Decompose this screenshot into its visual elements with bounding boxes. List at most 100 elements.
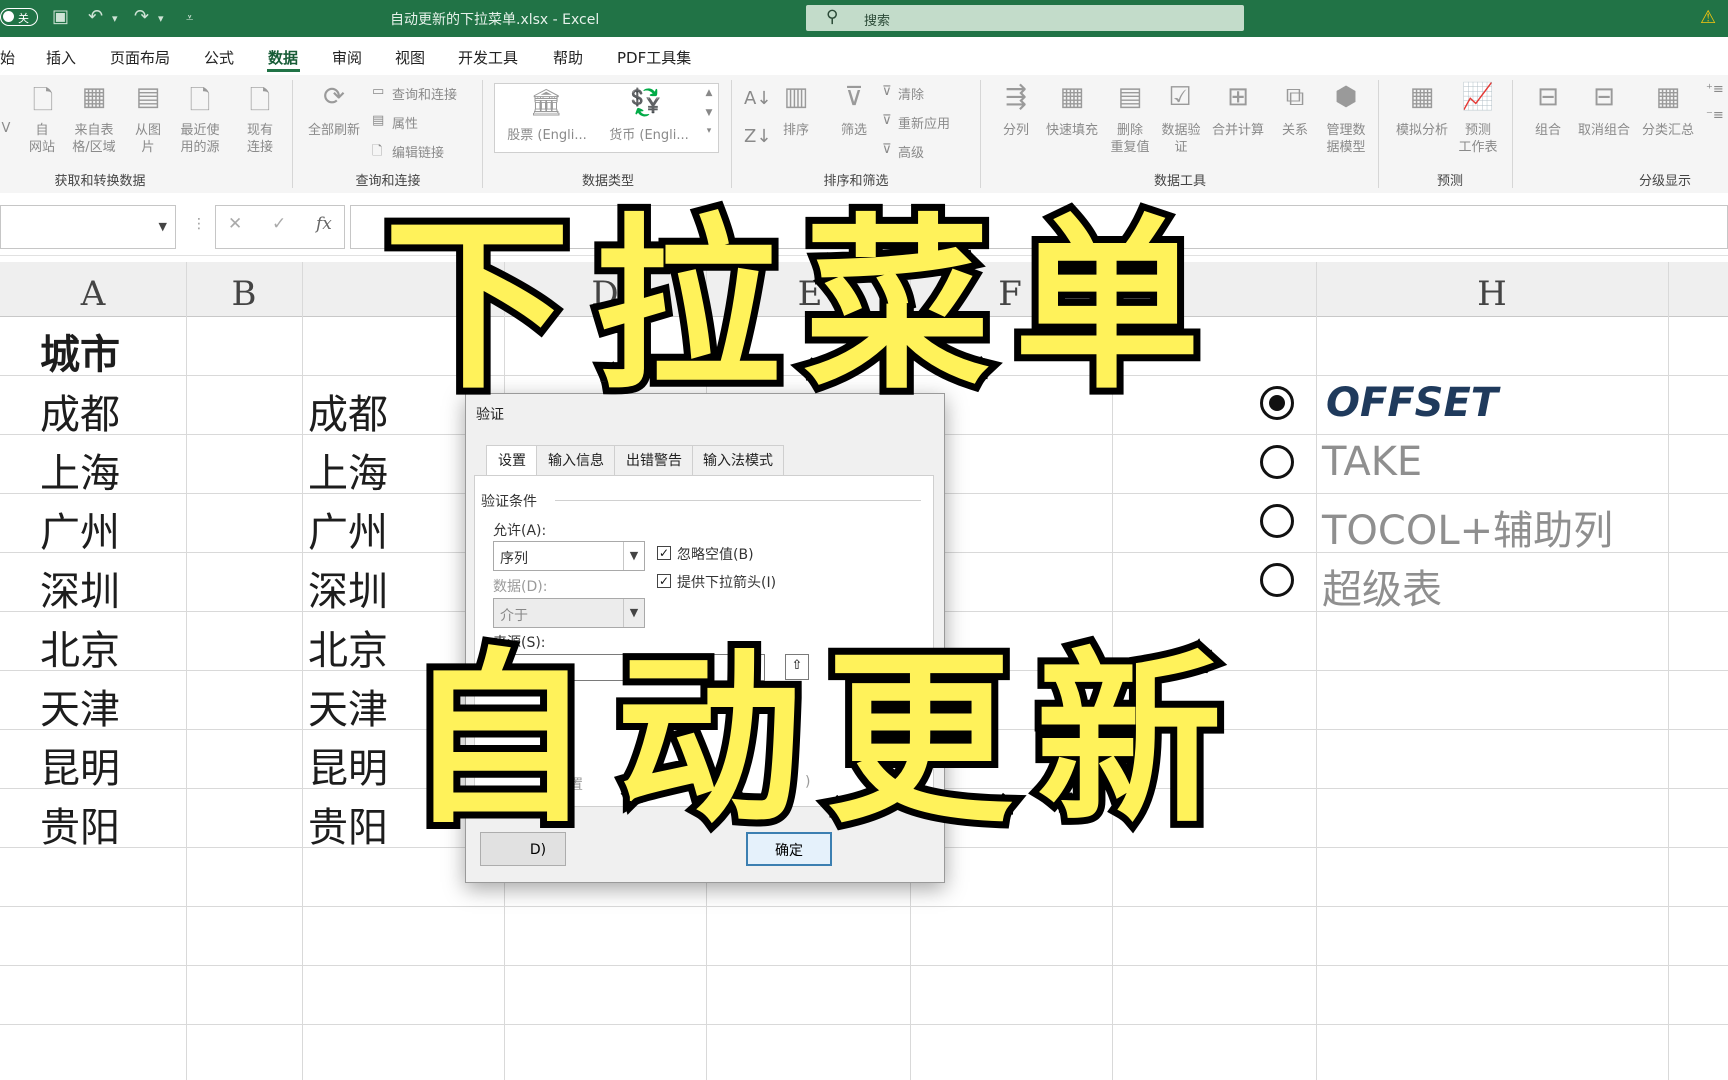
from-web-button[interactable]: 自 网站 bbox=[22, 122, 62, 156]
dropdown-arrow-checkbox[interactable]: ✓ bbox=[657, 574, 671, 588]
from-table-button[interactable]: 来自表 格/区域 bbox=[66, 122, 122, 156]
cell-a1-header[interactable]: 城市 bbox=[40, 322, 120, 380]
group-button[interactable]: 组合 bbox=[1524, 122, 1572, 139]
cell-a5[interactable]: 深圳 bbox=[40, 559, 120, 617]
search-box[interactable]: ⚲ 搜索 bbox=[806, 5, 1244, 31]
consolidate-button[interactable]: 合并计算 bbox=[1206, 122, 1270, 139]
radio-super-table[interactable] bbox=[1260, 563, 1294, 597]
hide-detail-icon[interactable]: ⁻≡ bbox=[1706, 108, 1724, 123]
sort-descending-icon[interactable]: Z↓ bbox=[744, 126, 771, 147]
remove-duplicates-button[interactable]: 删除 重复值 bbox=[1104, 122, 1156, 156]
cell-a8[interactable]: 昆明 bbox=[40, 736, 120, 794]
cell-c7[interactable]: 天津 bbox=[308, 677, 388, 735]
grid-line bbox=[302, 262, 303, 1080]
tab-review[interactable]: 审阅 bbox=[332, 47, 362, 68]
dialog-tab-input-message[interactable]: 输入信息 bbox=[536, 445, 616, 476]
tab-help[interactable]: 帮助 bbox=[553, 47, 583, 68]
allow-select[interactable]: 序列 ▼ bbox=[493, 541, 645, 571]
dialog-tab-error-alert[interactable]: 出错警告 bbox=[614, 445, 694, 476]
edit-links-button[interactable]: 编辑链接 bbox=[392, 142, 444, 161]
from-picture-button[interactable]: 从图 片 bbox=[124, 122, 172, 156]
option-super-table-label[interactable]: 超级表 bbox=[1322, 557, 1442, 615]
tab-pdf-tools[interactable]: PDF工具集 bbox=[617, 47, 691, 68]
column-header-h[interactable]: H bbox=[1316, 274, 1668, 314]
option-offset-label[interactable]: OFFSET bbox=[1326, 380, 1498, 426]
tab-formulas[interactable]: 公式 bbox=[204, 47, 234, 68]
save-icon[interactable]: ▣ bbox=[52, 6, 69, 27]
cell-c5[interactable]: 深圳 bbox=[308, 559, 388, 617]
tab-data[interactable]: 数据 bbox=[268, 47, 298, 68]
advanced-filter-icon: ⊽ bbox=[882, 142, 892, 157]
option-take-label[interactable]: TAKE bbox=[1322, 439, 1422, 485]
stocks-type-button[interactable]: 股票 (Engli... bbox=[502, 127, 592, 144]
undo-dropdown-icon[interactable]: ▾ bbox=[112, 12, 118, 25]
insert-function-button[interactable]: fx bbox=[316, 214, 332, 234]
column-header-b[interactable]: B bbox=[186, 274, 302, 314]
refresh-all-button[interactable]: 全部刷新 bbox=[300, 122, 368, 139]
forecast-sheet-button[interactable]: 预测 工作表 bbox=[1454, 122, 1502, 156]
group-label-get-data: 获取和转换数据 bbox=[54, 174, 146, 189]
show-detail-icon[interactable]: ⁺≡ bbox=[1706, 82, 1724, 97]
cell-c8[interactable]: 昆明 bbox=[308, 736, 388, 794]
column-header-a[interactable]: A bbox=[0, 274, 186, 314]
cell-a3[interactable]: 上海 bbox=[40, 441, 120, 499]
ignore-blank-checkbox[interactable]: ✓ bbox=[657, 546, 671, 560]
radio-take[interactable] bbox=[1260, 445, 1294, 479]
tab-developer[interactable]: 开发工具 bbox=[458, 47, 518, 68]
data-validation-button[interactable]: 数据验 证 bbox=[1154, 122, 1208, 156]
cell-c2[interactable]: 成都 bbox=[308, 382, 388, 440]
cancel-entry-button[interactable]: ✕ bbox=[228, 214, 242, 234]
cell-c4[interactable]: 广州 bbox=[308, 500, 388, 558]
subtotal-button[interactable]: 分类汇总 bbox=[1636, 122, 1700, 139]
advanced-filter-button[interactable]: 高级 bbox=[898, 142, 924, 161]
reapply-button[interactable]: 重新应用 bbox=[898, 113, 950, 132]
customize-qat-icon[interactable]: ⩡ bbox=[186, 11, 193, 26]
relationships-button[interactable]: 关系 bbox=[1275, 122, 1315, 139]
cell-a6[interactable]: 北京 bbox=[40, 618, 120, 676]
gallery-scroll[interactable]: ▲ ▼ ▾ bbox=[700, 83, 719, 153]
redo-icon[interactable]: ↷ bbox=[134, 6, 149, 27]
radio-tocol[interactable] bbox=[1260, 504, 1294, 538]
tab-view[interactable]: 视图 bbox=[395, 47, 425, 68]
manage-data-model-button[interactable]: 管理数 据模型 bbox=[1318, 122, 1374, 156]
sort-ascending-icon[interactable]: A↓ bbox=[744, 88, 771, 109]
sort-button[interactable]: 排序 bbox=[776, 122, 816, 139]
properties-button[interactable]: 属性 bbox=[392, 113, 418, 132]
undo-icon[interactable]: ↶ bbox=[88, 6, 103, 27]
radio-offset[interactable] bbox=[1260, 386, 1294, 420]
active-tab-indicator bbox=[267, 69, 300, 72]
recent-sources-button[interactable]: 最近使 用的源 bbox=[172, 122, 228, 156]
queries-connections-button[interactable]: 查询和连接 bbox=[392, 84, 457, 103]
redo-dropdown-icon[interactable]: ▾ bbox=[158, 12, 164, 25]
existing-connections-icon: 🗋 bbox=[249, 86, 271, 116]
cell-a9[interactable]: 贵阳 bbox=[40, 795, 120, 853]
cell-a4[interactable]: 广州 bbox=[40, 500, 120, 558]
tab-page-layout[interactable]: 页面布局 bbox=[110, 47, 170, 68]
ungroup-button[interactable]: 取消组合 bbox=[1572, 122, 1636, 139]
cell-a2[interactable]: 成都 bbox=[40, 382, 120, 440]
ribbon-separator bbox=[731, 80, 732, 188]
filter-button[interactable]: 筛选 bbox=[834, 122, 874, 139]
tab-home[interactable]: 始 bbox=[0, 47, 15, 68]
name-box[interactable]: ▼ bbox=[0, 205, 176, 249]
enter-button[interactable]: ✓ bbox=[272, 214, 286, 234]
what-if-analysis-button[interactable]: 模拟分析 bbox=[1388, 122, 1456, 139]
formula-bar-splitter-icon[interactable]: ⋮ bbox=[192, 216, 206, 232]
text-to-columns-button[interactable]: 分列 bbox=[994, 122, 1038, 139]
cell-c3[interactable]: 上海 bbox=[308, 441, 388, 499]
clear-filter-button[interactable]: 清除 bbox=[898, 84, 924, 103]
autosave-toggle[interactable]: 关 bbox=[0, 8, 38, 26]
dialog-tab-ime-mode[interactable]: 输入法模式 bbox=[692, 445, 784, 476]
name-box-dropdown-icon[interactable]: ▼ bbox=[159, 220, 167, 233]
cell-c6[interactable]: 北京 bbox=[308, 618, 388, 676]
cell-c9[interactable]: 贵阳 bbox=[308, 795, 388, 853]
currency-type-button[interactable]: 货币 (Engli... bbox=[604, 127, 694, 144]
option-tocol-label[interactable]: TOCOL+辅助列 bbox=[1322, 498, 1613, 556]
dialog-tab-settings[interactable]: 设置 bbox=[486, 445, 538, 476]
tab-insert[interactable]: 插入 bbox=[46, 47, 76, 68]
warning-icon[interactable]: ⚠ bbox=[1700, 7, 1716, 28]
cell-a7[interactable]: 天津 bbox=[40, 677, 120, 735]
flash-fill-button[interactable]: 快速填充 bbox=[1040, 122, 1104, 139]
existing-connections-button[interactable]: 现有 连接 bbox=[236, 122, 284, 156]
chevron-down-icon: ▼ bbox=[623, 542, 644, 570]
